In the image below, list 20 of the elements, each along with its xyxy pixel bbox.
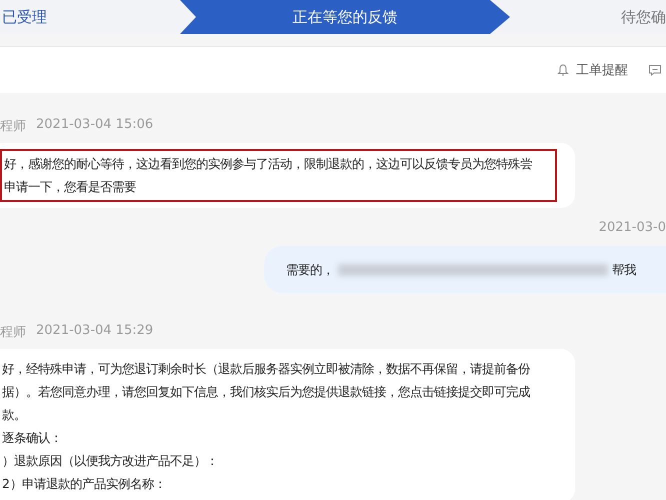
message-text: 2）申请退款的产品实例名称： [2, 475, 166, 493]
message-text: 好，经特殊申请，可为您退订剩余时长（退款后服务器实例立即被清除，数据不再保留，请提前备份 [2, 360, 530, 378]
message-text: ）退款原因（以便我方改进产品不足）： [2, 452, 218, 470]
sender-name: 程师 [0, 324, 26, 342]
message-text: 据）。若您同意办理，请您回复如下信息，我们核实后为您提供退款链接，您点击链接提交即可完成 [2, 383, 530, 401]
message-text: 款。 [2, 406, 26, 424]
sender-name: 程师 [0, 118, 26, 136]
message-time: 2021-03-04 15:29 [36, 323, 154, 340]
message-text: 逐条确认： [2, 429, 62, 447]
message-text: 需要的， [286, 261, 334, 279]
message-text: 申请一下，您看是否需要 [4, 178, 136, 196]
message-text: 帮我 [612, 261, 636, 279]
comment-icon[interactable] [648, 63, 662, 77]
message-time: 2021-03-0 [598, 220, 666, 237]
bell-icon [556, 63, 570, 77]
reminder-link[interactable]: 工单提醒 [576, 61, 628, 79]
message-text: 好，感谢您的耐心等待，这边看到您的实例参与了活动，限制退款的，这边可以反馈专员为您特殊尝 [4, 155, 532, 173]
message-time: 2021-03-04 15:06 [36, 117, 154, 134]
progress-step: 正在等您的反馈 [180, 0, 510, 34]
progress-step: 待您确 [510, 0, 666, 34]
